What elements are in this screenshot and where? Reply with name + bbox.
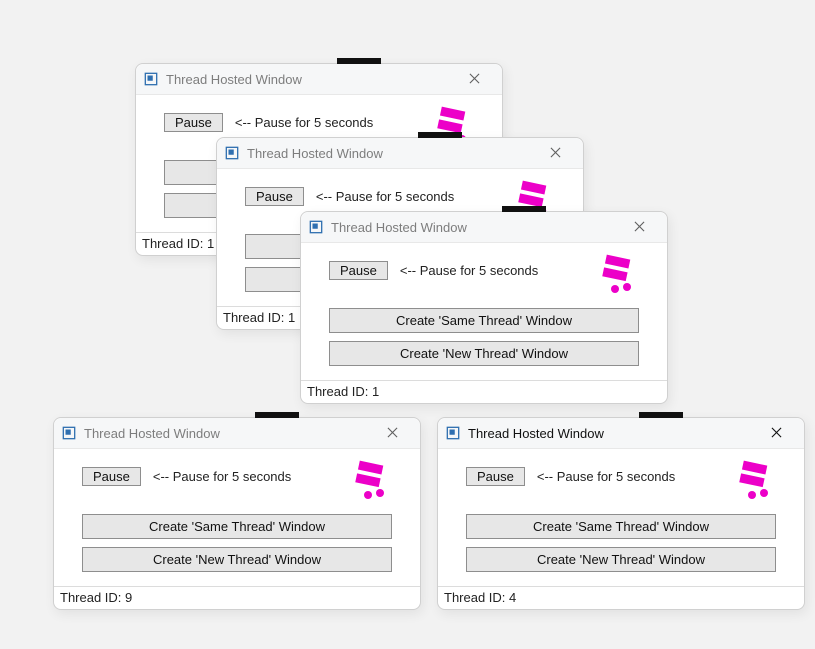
- app-icon: [446, 426, 460, 440]
- pause-button[interactable]: Pause: [164, 113, 223, 132]
- pause-button[interactable]: Pause: [245, 187, 304, 206]
- close-icon: [387, 426, 398, 441]
- titlebar[interactable]: Thread Hosted Window: [136, 64, 502, 95]
- app-icon: [62, 426, 76, 440]
- status-bar: Thread ID: 9: [54, 586, 420, 609]
- titlebar[interactable]: Thread Hosted Window: [301, 212, 667, 243]
- pause-hint-label: <-- Pause for 5 seconds: [400, 263, 538, 278]
- app-icon: [144, 72, 158, 86]
- titlebar[interactable]: Thread Hosted Window: [54, 418, 420, 449]
- window-title: Thread Hosted Window: [331, 220, 619, 235]
- thread-id-prefix: Thread ID:: [223, 310, 288, 325]
- pause-hint-label: <-- Pause for 5 seconds: [316, 189, 454, 204]
- pause-row: Pause <-- Pause for 5 seconds: [82, 467, 392, 486]
- thread-id-value: 1: [288, 310, 295, 325]
- thread-id-value: 1: [207, 236, 214, 251]
- app-window: Thread Hosted Window Pause <-- Pause for 5…: [437, 417, 805, 610]
- pause-row: Pause <-- Pause for 5 seconds: [329, 261, 639, 280]
- close-button[interactable]: [535, 138, 575, 168]
- create-new-thread-button[interactable]: Create 'New Thread' Window: [466, 547, 776, 572]
- create-same-thread-button[interactable]: Create 'Same Thread' Window: [466, 514, 776, 539]
- pause-button[interactable]: Pause: [466, 467, 525, 486]
- thread-id-prefix: Thread ID:: [444, 590, 509, 605]
- window-title: Thread Hosted Window: [84, 426, 372, 441]
- close-button[interactable]: [619, 212, 659, 242]
- thread-id-value: 1: [372, 384, 379, 399]
- create-new-thread-button[interactable]: Create 'New Thread' Window: [82, 547, 392, 572]
- pause-hint-label: <-- Pause for 5 seconds: [537, 469, 675, 484]
- close-icon: [469, 72, 480, 87]
- create-same-thread-button[interactable]: Create 'Same Thread' Window: [329, 308, 639, 333]
- pause-hint-label: <-- Pause for 5 seconds: [235, 115, 373, 130]
- close-icon: [550, 146, 561, 161]
- app-icon: [225, 146, 239, 160]
- pause-button[interactable]: Pause: [329, 261, 388, 280]
- window-title: Thread Hosted Window: [247, 146, 535, 161]
- status-bar: Thread ID: 4: [438, 586, 804, 609]
- app-window: Thread Hosted Window Pause <-- Pause for 5…: [300, 211, 668, 404]
- thread-id-prefix: Thread ID:: [307, 384, 372, 399]
- create-same-thread-button[interactable]: Create 'Same Thread' Window: [82, 514, 392, 539]
- pause-row: Pause <-- Pause for 5 seconds: [164, 113, 474, 132]
- pause-row: Pause <-- Pause for 5 seconds: [466, 467, 776, 486]
- client-area: Pause <-- Pause for 5 seconds Create 'Same…: [438, 449, 804, 586]
- close-icon: [634, 220, 645, 235]
- thread-id-prefix: Thread ID:: [142, 236, 207, 251]
- app-icon: [309, 220, 323, 234]
- close-icon: [771, 426, 782, 441]
- close-button[interactable]: [454, 64, 494, 94]
- pause-hint-label: <-- Pause for 5 seconds: [153, 469, 291, 484]
- app-window: Thread Hosted Window Pause <-- Pause for 5…: [53, 417, 421, 610]
- pause-button[interactable]: Pause: [82, 467, 141, 486]
- window-title: Thread Hosted Window: [468, 426, 756, 441]
- client-area: Pause <-- Pause for 5 seconds Create 'Same…: [54, 449, 420, 586]
- close-button[interactable]: [756, 418, 796, 448]
- window-title: Thread Hosted Window: [166, 72, 454, 87]
- close-button[interactable]: [372, 418, 412, 448]
- status-bar: Thread ID: 1: [301, 380, 667, 403]
- titlebar[interactable]: Thread Hosted Window: [438, 418, 804, 449]
- thread-id-prefix: Thread ID:: [60, 590, 125, 605]
- client-area: Pause <-- Pause for 5 seconds Create 'Same…: [301, 243, 667, 380]
- pause-row: Pause <-- Pause for 5 seconds: [245, 187, 555, 206]
- thread-id-value: 9: [125, 590, 132, 605]
- titlebar[interactable]: Thread Hosted Window: [217, 138, 583, 169]
- thread-id-value: 4: [509, 590, 516, 605]
- create-new-thread-button[interactable]: Create 'New Thread' Window: [329, 341, 639, 366]
